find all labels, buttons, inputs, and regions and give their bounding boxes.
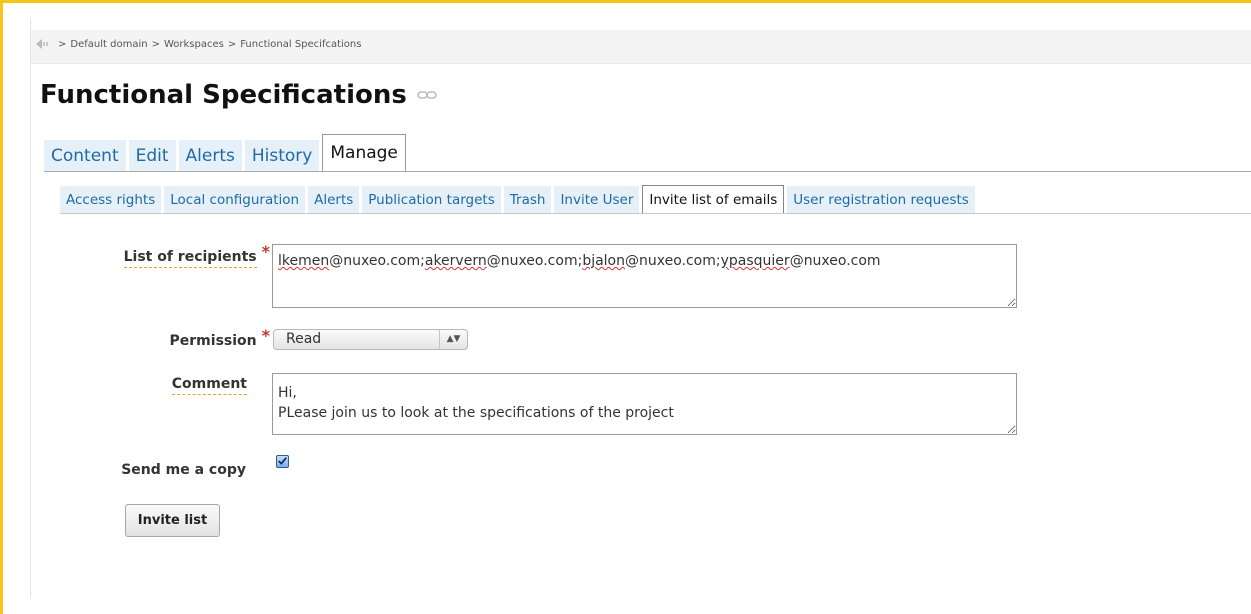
subtab-trash[interactable]: Trash	[503, 186, 552, 214]
select-arrows-icon: ▲▼	[439, 330, 467, 349]
tab-history[interactable]: History	[244, 140, 320, 172]
comment-label: Comment	[171, 376, 247, 395]
frame-left-border	[0, 0, 3, 614]
manage-subtabs: Access rights Local configuration Alerts…	[60, 185, 978, 214]
required-marker: *	[261, 326, 270, 345]
send-copy-label: Send me a copy	[121, 462, 246, 478]
comment-field[interactable]: Hi, PLease join us to look at the specif…	[272, 373, 1017, 435]
frame-top-border	[0, 0, 1251, 3]
back-arrow-icon[interactable]	[36, 38, 50, 50]
breadcrumb-item-default-domain[interactable]: Default domain	[70, 39, 147, 50]
subtab-local-configuration[interactable]: Local configuration	[164, 186, 306, 214]
comment-label-text: Comment	[171, 376, 247, 395]
permission-label: Permission *	[169, 326, 270, 349]
permission-select[interactable]: Read ▲▼	[273, 329, 468, 350]
subtabs-divider	[60, 213, 1251, 214]
recipient-domain: @nuxeo.com	[625, 253, 716, 269]
subtab-invite-list-of-emails[interactable]: Invite list of emails	[642, 185, 785, 214]
invite-list-button[interactable]: Invite list	[125, 504, 220, 537]
breadcrumb-item-current[interactable]: Functional Specifcations	[240, 39, 361, 50]
recipient-domain: @nuxeo.com	[789, 253, 881, 269]
breadcrumb-separator: >	[151, 38, 160, 50]
recipients-field[interactable]: lkemen@nuxeo.com;akervern@nuxeo.com;bjal…	[272, 244, 1017, 308]
recipient-domain: @nuxeo.com	[486, 253, 578, 269]
tab-content[interactable]: Content	[44, 140, 126, 172]
breadcrumb-separator: >	[227, 38, 237, 50]
page-title: Functional Specifications	[40, 80, 437, 110]
permalink-icon[interactable]	[417, 90, 437, 100]
tab-edit[interactable]: Edit	[128, 140, 176, 172]
breadcrumb: > Default domain > Workspaces > Function…	[36, 38, 361, 50]
recipients-label-text: List of recipients	[123, 249, 257, 268]
checkmark-icon	[278, 457, 287, 465]
tabs-divider	[44, 171, 1251, 172]
recipient-name: ypasquier	[720, 253, 790, 269]
permission-label-text: Permission	[169, 333, 257, 349]
subtab-invite-user[interactable]: Invite User	[554, 186, 640, 214]
subtab-user-registration-requests[interactable]: User registration requests	[787, 186, 975, 214]
send-copy-label-text: Send me a copy	[121, 462, 246, 478]
page-title-text: Functional Specifications	[40, 80, 407, 110]
recipient-domain: @nuxeo.com	[329, 253, 421, 269]
recipient-name: lkemen	[278, 253, 330, 269]
subtab-access-rights[interactable]: Access rights	[60, 186, 162, 214]
tab-manage[interactable]: Manage	[322, 134, 406, 172]
subtab-alerts[interactable]: Alerts	[308, 186, 360, 214]
recipient-name: bjalon	[582, 253, 625, 269]
comment-line: Hi,	[278, 385, 297, 401]
content-left-border	[30, 18, 31, 598]
comment-line: PLease join us to look at the specificat…	[278, 405, 674, 421]
breadcrumb-item-workspaces[interactable]: Workspaces	[164, 39, 224, 50]
recipient-name: akervern	[424, 253, 487, 269]
required-marker: *	[261, 242, 270, 261]
main-tabs: Content Edit Alerts History Manage	[44, 134, 409, 172]
send-copy-checkbox[interactable]	[276, 455, 289, 468]
tab-alerts[interactable]: Alerts	[178, 140, 242, 172]
permission-select-value: Read	[286, 331, 322, 347]
subtab-publication-targets[interactable]: Publication targets	[362, 186, 501, 214]
recipients-label: List of recipients *	[123, 242, 270, 268]
breadcrumb-separator: >	[58, 38, 67, 50]
